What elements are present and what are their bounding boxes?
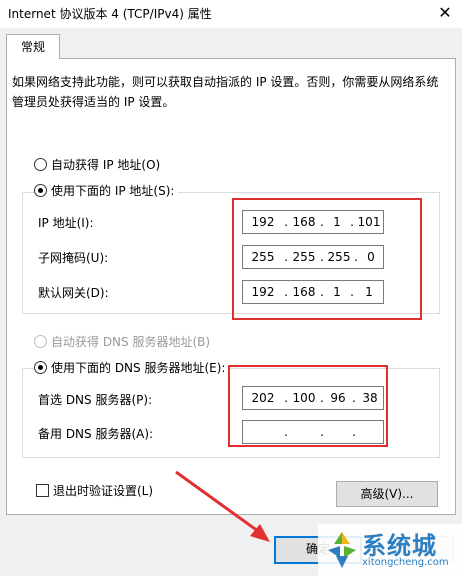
tab-general[interactable]: 常规 — [6, 34, 60, 59]
watermark-url: xitongcheng.com — [362, 557, 449, 568]
annotation-arrow — [175, 470, 270, 542]
watermark-text: 系统城 — [362, 532, 437, 560]
watermark-logo-icon — [328, 532, 356, 568]
watermark: 系统城 xitongcheng.com — [318, 524, 462, 576]
